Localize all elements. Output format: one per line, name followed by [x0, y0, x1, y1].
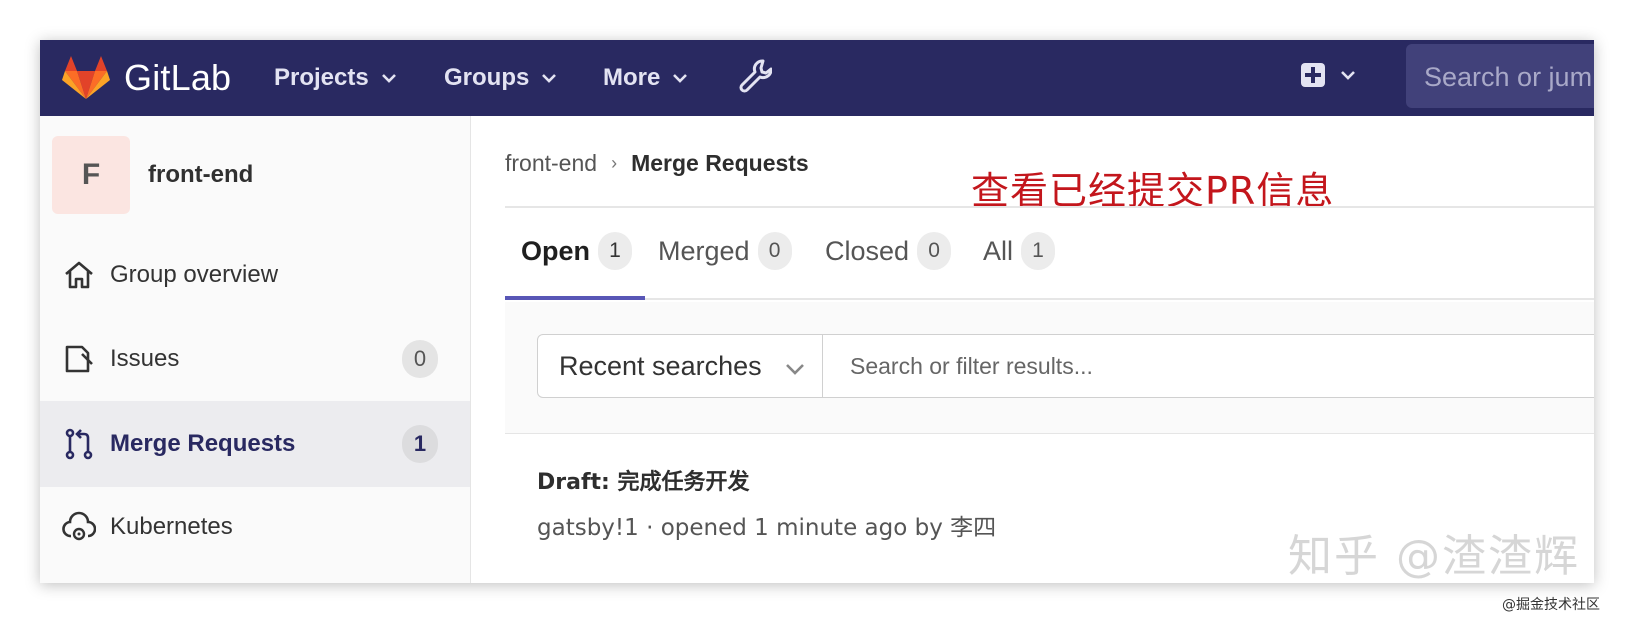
tab-count-badge: 1 — [1021, 232, 1056, 270]
breadcrumb-current[interactable]: Merge Requests — [631, 150, 809, 177]
group-name: front-end — [148, 161, 254, 188]
merge-request-title-link[interactable]: Draft: 完成任务开发 — [537, 464, 750, 496]
tab-label: All — [983, 235, 1014, 266]
top-navbar: GitLab Projects Groups More Search or ju… — [40, 40, 1594, 116]
footer-watermark: @掘金技术社区 — [1502, 597, 1600, 613]
chevron-down-icon — [1341, 71, 1355, 80]
filter-bar: Recent searches Search or filter results… — [505, 302, 1594, 434]
home-icon — [65, 261, 93, 289]
main-content: front-end › Merge Requests 查看已经提交PR信息 Op… — [472, 116, 1594, 583]
sidebar-item-label: Kubernetes — [110, 513, 233, 540]
kubernetes-icon — [62, 511, 96, 541]
merge-request-icon — [65, 428, 93, 460]
tab-closed[interactable]: Closed 0 — [825, 232, 952, 270]
brand-name: GitLab — [124, 57, 232, 98]
screenshot-frame: GitLab Projects Groups More Search or ju… — [40, 40, 1594, 583]
breadcrumb-separator: › — [611, 153, 618, 173]
nav-more[interactable]: More — [603, 64, 688, 92]
plus-square-icon — [1301, 63, 1325, 87]
tab-label: Closed — [825, 235, 910, 266]
breadcrumb-parent-link[interactable]: front-end — [505, 150, 597, 177]
tab-count-badge: 1 — [598, 232, 633, 270]
chevron-down-icon — [673, 74, 688, 83]
recent-searches-dropdown[interactable]: Recent searches — [537, 334, 823, 398]
issues-icon — [65, 345, 93, 373]
nav-projects[interactable]: Projects — [274, 64, 397, 92]
new-item-dropdown[interactable] — [1300, 62, 1356, 88]
sidebar-item-label: Issues — [110, 345, 180, 372]
sidebar-item-label: Merge Requests — [110, 430, 296, 457]
nav-groups-label: Groups — [444, 64, 530, 91]
tab-count-badge: 0 — [757, 232, 792, 270]
group-sidebar: F front-end Group overview Issues 0 Merg… — [40, 116, 471, 583]
merge-requests-count-badge: 1 — [402, 425, 438, 463]
tab-label: Merged — [658, 235, 750, 266]
tab-label: Open — [521, 235, 591, 266]
sidebar-item-group-overview[interactable]: Group overview — [40, 232, 470, 318]
nav-more-label: More — [603, 64, 661, 91]
sidebar-item-issues[interactable]: Issues 0 — [40, 316, 470, 402]
tab-all[interactable]: All 1 — [983, 232, 1056, 270]
issues-count-badge: 0 — [402, 340, 438, 378]
tab-merged[interactable]: Merged 0 — [658, 232, 792, 270]
merge-request-state-tabs: Open 1 Merged 0 Closed 0 All 1 — [505, 208, 1594, 300]
gitlab-logo[interactable]: GitLab — [62, 40, 231, 116]
nav-groups[interactable]: Groups — [444, 64, 557, 92]
group-header[interactable]: F front-end — [52, 136, 253, 214]
filter-search-input[interactable]: Search or filter results... — [822, 334, 1594, 398]
gitlab-tanuki-icon — [62, 56, 110, 99]
global-search-input[interactable]: Search or jum — [1406, 44, 1594, 108]
chevron-down-icon — [542, 74, 557, 83]
watermark: 知乎 @渣渣辉 — [1288, 531, 1580, 582]
sidebar-item-label: Group overview — [110, 261, 279, 288]
merge-request-meta: gatsby!1 · opened 1 minute ago by 李四 — [537, 515, 997, 541]
sidebar-item-kubernetes[interactable]: Kubernetes — [40, 484, 470, 570]
tab-open[interactable]: Open 1 — [521, 232, 633, 270]
group-avatar: F — [52, 136, 130, 214]
wrench-icon[interactable] — [738, 58, 772, 96]
nav-projects-label: Projects — [274, 64, 369, 91]
chevron-down-icon — [381, 74, 396, 83]
active-tab-indicator — [505, 296, 645, 300]
tab-count-badge: 0 — [917, 232, 952, 270]
chevron-down-icon — [786, 364, 804, 375]
sidebar-item-merge-requests[interactable]: Merge Requests 1 — [40, 401, 470, 487]
breadcrumb: front-end › Merge Requests — [505, 150, 809, 177]
recent-searches-label: Recent searches — [559, 350, 762, 381]
